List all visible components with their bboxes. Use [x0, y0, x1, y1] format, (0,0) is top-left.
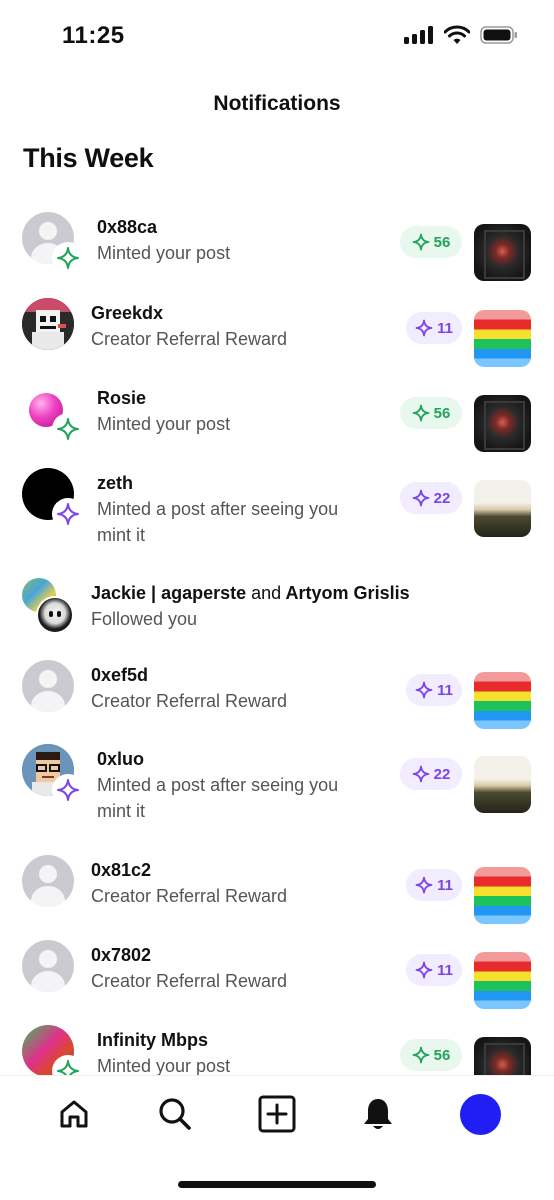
- mint-count-badge: 11: [406, 312, 462, 344]
- avatar[interactable]: [22, 940, 82, 1002]
- sparkle-icon: [412, 765, 430, 783]
- username[interactable]: 0x81c2: [91, 857, 287, 883]
- tab-search[interactable]: [153, 1092, 197, 1136]
- notification-text: Minted a post after seeing you: [97, 775, 339, 795]
- section-title: This Week: [23, 143, 154, 173]
- post-thumbnail[interactable]: [474, 224, 531, 281]
- profile-avatar: [459, 1093, 501, 1135]
- mint-count-badge: 11: [406, 869, 462, 901]
- username[interactable]: Infinity Mbps: [97, 1027, 230, 1053]
- notification-text: Creator Referral Reward: [91, 971, 288, 991]
- tab-notifications[interactable]: [356, 1092, 400, 1136]
- username[interactable]: Jackie | agaperste: [91, 583, 246, 603]
- username[interactable]: Artyom Grislis: [286, 583, 410, 603]
- status-bar: 11:25: [0, 0, 554, 70]
- mint-count-badge: 11: [406, 954, 462, 986]
- post-thumbnail[interactable]: [474, 310, 531, 367]
- post-thumbnail[interactable]: [474, 756, 531, 813]
- notification-text: Creator Referral Reward: [91, 691, 288, 711]
- post-thumbnail[interactable]: [474, 672, 531, 729]
- battery-icon: [480, 26, 517, 44]
- username[interactable]: zeth: [97, 470, 338, 496]
- page-title: Notifications: [213, 92, 341, 115]
- notification-text: Minted your post: [97, 1056, 231, 1075]
- avatar[interactable]: [22, 468, 84, 530]
- post-thumbnail[interactable]: [474, 867, 531, 924]
- mint-count-badge: 22: [400, 482, 462, 514]
- mint-count-badge: 11: [406, 674, 462, 706]
- username[interactable]: 0x88ca: [97, 214, 230, 240]
- mint-count-badge: 56: [400, 1039, 462, 1071]
- signal-icon: [404, 26, 433, 44]
- tab-create[interactable]: [255, 1092, 299, 1136]
- post-thumbnail[interactable]: [474, 480, 531, 537]
- sparkle-icon: [415, 961, 433, 979]
- follow-summary: Jackie | agaperste and Artyom Grislis: [91, 583, 410, 603]
- username[interactable]: 0x7802: [91, 942, 287, 968]
- username[interactable]: 0xluo: [97, 746, 338, 772]
- notification-text: Minted your post: [97, 414, 231, 434]
- mint-count-badge: 56: [400, 397, 462, 429]
- tab-home[interactable]: [52, 1092, 96, 1136]
- status-time: 11:25: [62, 22, 125, 49]
- username[interactable]: Rosie: [97, 385, 230, 411]
- avatar: [36, 596, 74, 634]
- sparkle-badge-icon: [52, 774, 84, 806]
- bell-icon: [364, 1099, 392, 1129]
- sparkle-badge-icon: [52, 242, 84, 274]
- avatar[interactable]: [22, 660, 82, 722]
- mint-count-badge: 56: [400, 226, 462, 258]
- sparkle-icon: [412, 1046, 430, 1064]
- home-indicator: [178, 1181, 376, 1188]
- sparkle-icon: [415, 681, 433, 699]
- avatar[interactable]: [22, 744, 84, 806]
- notification-text: Followed you: [91, 609, 198, 629]
- notification-text: Creator Referral Reward: [91, 886, 288, 906]
- home-icon: [60, 1100, 88, 1128]
- sparkle-badge-icon: [52, 413, 84, 445]
- avatar-stack[interactable]: [22, 578, 82, 640]
- notification-list[interactable]: 0x88ca Minted your post 56 Greekdx Creat…: [0, 200, 554, 1075]
- avatar[interactable]: [22, 298, 82, 360]
- wifi-icon: [444, 25, 470, 44]
- avatar[interactable]: [22, 383, 84, 445]
- notification-text-line2: mint it: [97, 525, 146, 545]
- post-thumbnail[interactable]: [474, 952, 531, 1009]
- mint-count-badge: 22: [400, 758, 462, 790]
- avatar[interactable]: [22, 212, 84, 274]
- create-post-icon: [258, 1095, 296, 1133]
- avatar[interactable]: [22, 855, 82, 917]
- notification-text: Minted a post after seeing you: [97, 499, 339, 519]
- sparkle-icon: [412, 233, 430, 251]
- search-icon: [159, 1098, 191, 1130]
- tab-profile[interactable]: [458, 1092, 502, 1136]
- sparkle-badge-icon: [52, 498, 84, 530]
- username[interactable]: Greekdx: [91, 300, 287, 326]
- sparkle-badge-icon: [52, 1055, 84, 1075]
- sparkle-icon: [415, 319, 433, 337]
- sparkle-icon: [412, 404, 430, 422]
- avatar[interactable]: [22, 1025, 84, 1075]
- username[interactable]: 0xef5d: [91, 662, 287, 688]
- notification-text: Minted your post: [97, 243, 231, 263]
- notification-text-line2: mint it: [97, 801, 146, 821]
- notification-text: Creator Referral Reward: [91, 329, 288, 349]
- status-icons: [404, 25, 518, 45]
- post-thumbnail[interactable]: [474, 395, 531, 452]
- post-thumbnail[interactable]: [474, 1037, 531, 1075]
- sparkle-icon: [412, 489, 430, 507]
- sparkle-icon: [415, 876, 433, 894]
